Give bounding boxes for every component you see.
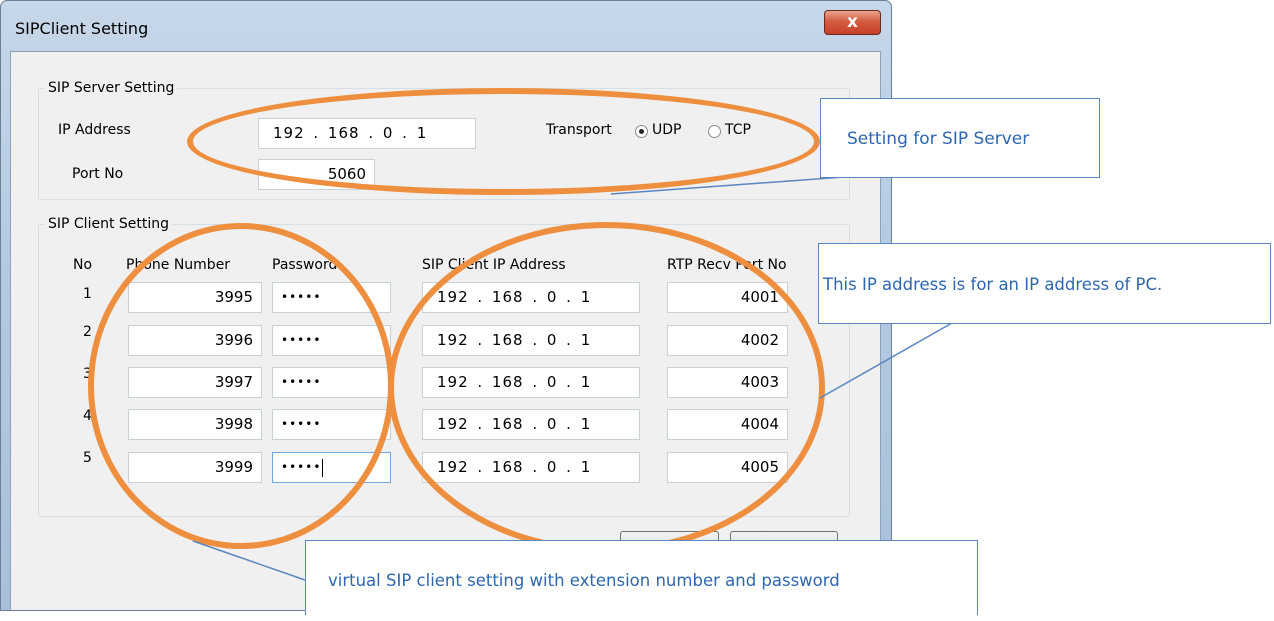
text-caret <box>322 458 324 477</box>
server-setting-callout-text: Setting for SIP Server <box>847 129 1030 149</box>
client-ip-input-2[interactable]: 192 . 168 . 0 . 1 <box>422 325 640 356</box>
window-title: SIPClient Setting <box>15 19 149 38</box>
phone-number-input-1[interactable]: 3995 <box>128 282 262 313</box>
sip-client-setting-legend: SIP Client Setting <box>48 216 170 232</box>
sipclient-setting-window: SIPClient Setting x SIP Server Setting I… <box>0 0 892 611</box>
radio-selected-dot <box>639 129 644 134</box>
server-ip-input[interactable]: 192 . 168 . 0 . 1 <box>258 118 476 149</box>
tcp-label: TCP <box>725 122 751 138</box>
phone-number-input-3[interactable]: 3997 <box>128 367 262 398</box>
header-sip-client-ip-address: SIP Client IP Address <box>422 257 566 273</box>
password-input-4[interactable]: ••••• <box>272 409 391 440</box>
phone-number-input-4[interactable]: 3998 <box>128 409 262 440</box>
client-setting-callout: virtual SIP client setting with extensio… <box>305 540 978 615</box>
phone-number-input-5[interactable]: 3999 <box>128 452 262 483</box>
row-no-3: 3 <box>83 366 92 382</box>
password-input-3[interactable]: ••••• <box>272 367 391 398</box>
header-no: No <box>73 257 93 273</box>
rtp-port-input-1[interactable]: 4001 <box>667 282 788 313</box>
rtp-port-input-2[interactable]: 4002 <box>667 325 788 356</box>
row-no-2: 2 <box>83 324 92 340</box>
row-no-5: 5 <box>83 450 92 466</box>
row-no-1: 1 <box>83 286 92 302</box>
header-rtp-recv-port-no: RTP Recv Port No <box>667 257 787 273</box>
tcp-radio[interactable] <box>708 125 721 138</box>
ip-address-callout-text: This IP address is for an IP address of … <box>823 275 1163 294</box>
rtp-port-input-5[interactable]: 4005 <box>667 452 788 483</box>
row-no-4: 4 <box>83 408 92 424</box>
password-input-5[interactable]: ••••• <box>272 452 391 483</box>
sip-server-setting-legend: SIP Server Setting <box>48 80 175 96</box>
client-ip-input-3[interactable]: 192 . 168 . 0 . 1 <box>422 367 640 398</box>
udp-label: UDP <box>652 122 682 138</box>
close-icon: x <box>847 12 858 32</box>
port-no-label: Port No <box>72 166 124 182</box>
transport-label: Transport <box>546 122 612 138</box>
server-port-input[interactable]: 5060 <box>258 159 375 190</box>
phone-number-input-2[interactable]: 3996 <box>128 325 262 356</box>
dialog-body: SIP Server Setting IP Address 192 . 168 … <box>10 51 881 610</box>
rtp-port-input-4[interactable]: 4004 <box>667 409 788 440</box>
password-value-5: ••••• <box>281 460 322 474</box>
password-input-1[interactable]: ••••• <box>272 282 391 313</box>
client-setting-callout-text: virtual SIP client setting with extensio… <box>328 571 840 590</box>
ip-address-label: IP Address <box>58 122 131 138</box>
client-ip-input-4[interactable]: 192 . 168 . 0 . 1 <box>422 409 640 440</box>
title-bar[interactable]: SIPClient Setting x <box>1 1 891 45</box>
udp-radio[interactable] <box>635 125 648 138</box>
client-ip-input-5[interactable]: 192 . 168 . 0 . 1 <box>422 452 640 483</box>
ip-address-callout: This IP address is for an IP address of … <box>818 243 1271 324</box>
rtp-port-input-3[interactable]: 4003 <box>667 367 788 398</box>
server-setting-callout: Setting for SIP Server <box>820 98 1100 178</box>
close-button[interactable]: x <box>824 10 881 35</box>
header-password: Password <box>272 257 338 273</box>
header-phone-number: Phone Number <box>126 257 231 273</box>
client-ip-input-1[interactable]: 192 . 168 . 0 . 1 <box>422 282 640 313</box>
password-input-2[interactable]: ••••• <box>272 325 391 356</box>
